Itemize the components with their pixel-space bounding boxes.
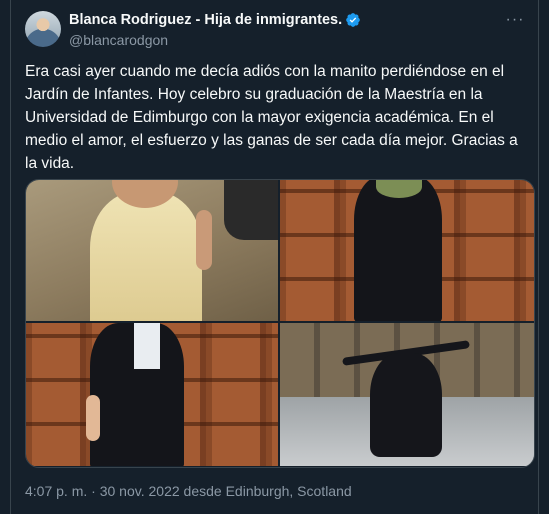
author-display-name[interactable]: Blanca Rodriguez - Hija de inmigrantes. xyxy=(69,11,342,29)
timestamp-location-prefix: desde xyxy=(179,483,226,499)
more-horizontal-icon[interactable]: ··· xyxy=(504,12,526,33)
author-name-row[interactable]: Blanca Rodriguez - Hija de inmigrantes. xyxy=(69,11,361,29)
tweet-header: Blanca Rodriguez - Hija de inmigrantes. … xyxy=(25,11,528,51)
photo-detail xyxy=(90,192,202,321)
photo-graduation-gown-side[interactable] xyxy=(26,323,278,466)
verified-badge-icon xyxy=(346,13,360,27)
photo-child-yellow-dress[interactable] xyxy=(26,180,278,321)
photo-graduation-gown-door[interactable] xyxy=(280,180,534,321)
media-grid xyxy=(25,179,535,468)
photo-detail xyxy=(86,395,100,441)
timestamp-time[interactable]: 4:07 p. m. xyxy=(25,483,87,499)
author-handle[interactable]: @blancarodgon xyxy=(69,31,361,49)
tweet-card: Blanca Rodriguez - Hija de inmigrantes. … xyxy=(10,0,539,514)
photo-graduate-street[interactable] xyxy=(280,323,534,466)
photo-detail xyxy=(370,353,442,457)
photo-detail xyxy=(196,210,212,270)
timestamp-location[interactable]: Edinburgh, Scotland xyxy=(226,483,352,499)
photo-detail xyxy=(224,180,278,240)
photo-detail xyxy=(134,323,160,369)
timestamp-date[interactable]: 30 nov. 2022 xyxy=(100,483,180,499)
photo-detail xyxy=(354,180,442,321)
tweet-timestamp: 4:07 p. m. · 30 nov. 2022 desde Edinburg… xyxy=(25,483,352,499)
tweet-text: Era casi ayer cuando me decía adiós con … xyxy=(25,63,523,172)
author-info: Blanca Rodriguez - Hija de inmigrantes. … xyxy=(69,11,361,49)
avatar[interactable] xyxy=(25,11,61,47)
timestamp-separator: · xyxy=(87,483,100,499)
